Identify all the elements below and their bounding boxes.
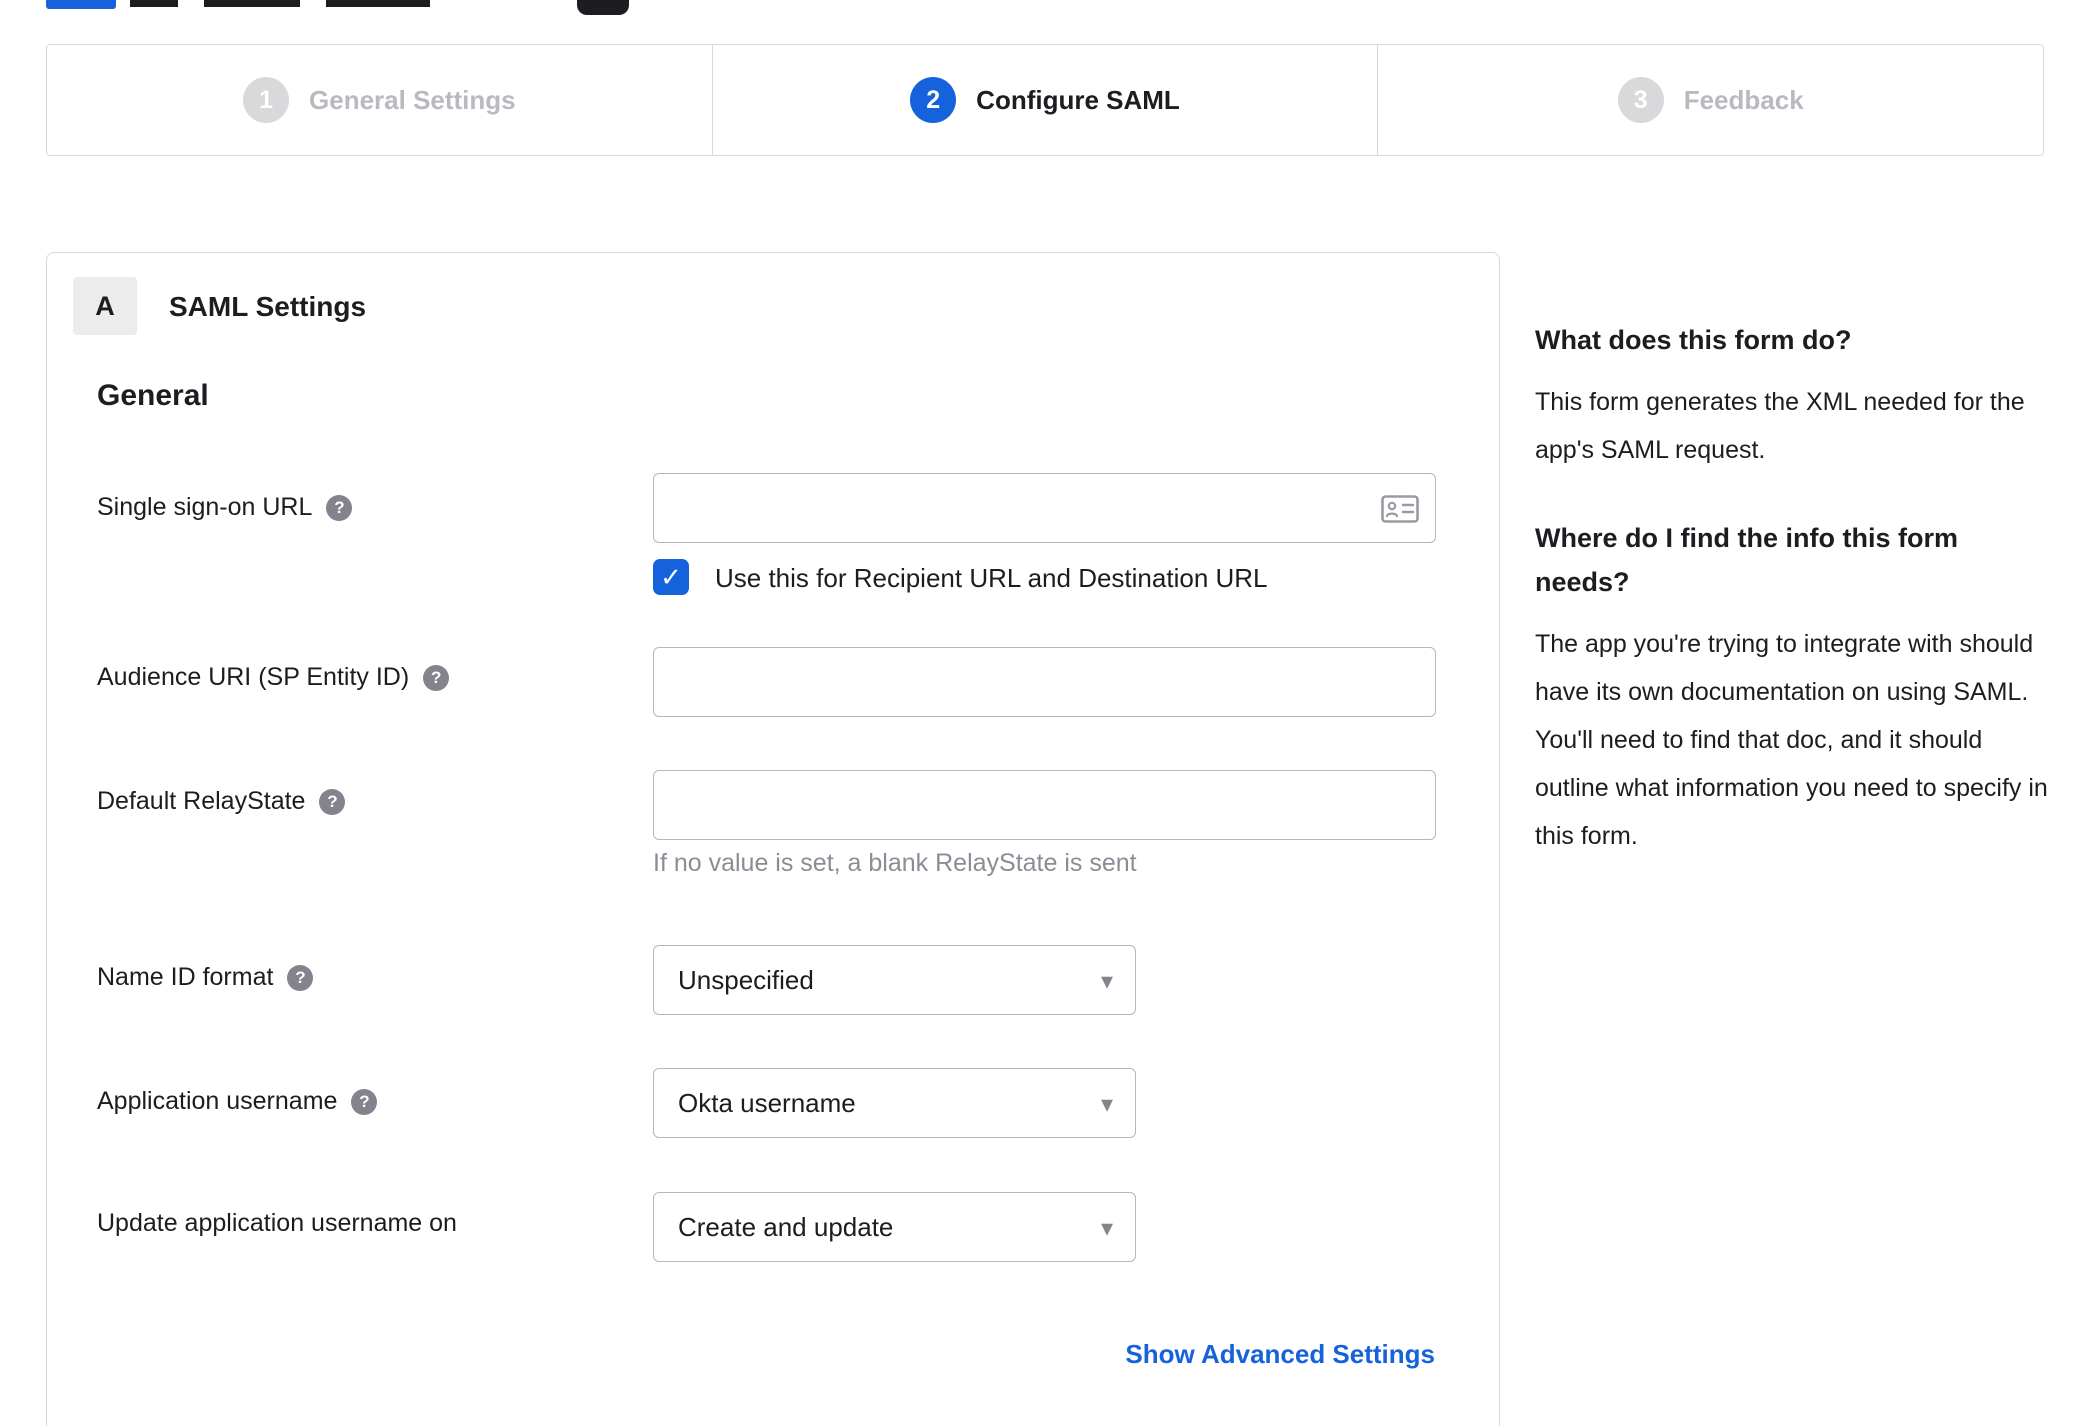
help-sidebar: What does this form do? This form genera… xyxy=(1535,318,2051,860)
sso-url-label: Single sign-on URL ? xyxy=(97,493,353,522)
chevron-down-icon: ▾ xyxy=(1100,968,1113,995)
application-username-label-text: Application username xyxy=(97,1087,338,1115)
saml-settings-panel: A SAML Settings General Single sign-on U… xyxy=(46,252,1500,1426)
clipped-title-text-fragment xyxy=(130,0,178,7)
sso-url-input[interactable] xyxy=(653,473,1436,543)
clipped-header-icon xyxy=(577,0,629,15)
relay-state-label-text: Default RelayState xyxy=(97,787,306,815)
sidebar-question-title: What does this form do? xyxy=(1535,325,1852,355)
help-icon[interactable]: ? xyxy=(326,494,353,521)
step-number-badge: 2 xyxy=(910,77,957,123)
use-for-recipient-checkbox[interactable]: ✓ xyxy=(653,559,689,595)
clipped-title-text-fragment xyxy=(326,0,430,7)
application-username-label: Application username ? xyxy=(97,1087,378,1116)
update-application-username-select[interactable]: Create and update ▾ xyxy=(653,1192,1136,1262)
step-feedback[interactable]: 3 Feedback xyxy=(1377,45,2043,155)
relay-state-input[interactable] xyxy=(653,770,1436,840)
audience-uri-label-text: Audience URI (SP Entity ID) xyxy=(97,663,410,691)
checkmark-icon: ✓ xyxy=(660,562,682,592)
step-label: Configure SAML xyxy=(976,84,1180,115)
clipped-breadcrumb-fragment xyxy=(46,0,116,9)
configure-saml-page: 1 General Settings 2 Configure SAML 3 Fe… xyxy=(0,0,2092,1426)
section-badge: A xyxy=(73,277,137,335)
name-id-format-value: Unspecified xyxy=(678,964,814,995)
chevron-down-icon: ▾ xyxy=(1100,1215,1113,1242)
step-number-badge: 1 xyxy=(243,77,290,123)
section-title: SAML Settings xyxy=(169,291,367,322)
group-title-general: General xyxy=(97,379,209,412)
step-label: Feedback xyxy=(1683,84,1804,115)
audience-uri-label: Audience URI (SP Entity ID) ? xyxy=(97,663,450,692)
wizard-stepper: 1 General Settings 2 Configure SAML 3 Fe… xyxy=(46,44,2044,156)
update-application-username-value: Create and update xyxy=(678,1211,894,1242)
audience-uri-input[interactable] xyxy=(653,647,1436,717)
application-username-select[interactable]: Okta username ▾ xyxy=(653,1068,1136,1138)
relay-state-label: Default RelayState ? xyxy=(97,787,346,816)
sso-url-label-text: Single sign-on URL xyxy=(97,493,313,521)
help-icon[interactable]: ? xyxy=(351,1088,378,1115)
sidebar-question-title: Where do I find the info this form needs… xyxy=(1535,523,1958,597)
name-id-format-label-text: Name ID format xyxy=(97,963,274,991)
address-card-icon xyxy=(1381,495,1419,523)
clipped-title-text-fragment xyxy=(204,0,300,7)
step-number-badge: 3 xyxy=(1617,77,1664,123)
step-configure-saml[interactable]: 2 Configure SAML xyxy=(711,45,1378,155)
step-general-settings[interactable]: 1 General Settings xyxy=(47,45,712,155)
application-username-value: Okta username xyxy=(678,1087,856,1118)
help-icon[interactable]: ? xyxy=(319,788,346,815)
name-id-format-label: Name ID format ? xyxy=(97,963,314,992)
update-application-username-label: Update application username on xyxy=(97,1209,457,1238)
sidebar-question-body: This form generates the XML needed for t… xyxy=(1535,388,2025,464)
step-label: General Settings xyxy=(309,84,516,115)
use-for-recipient-checkbox-label: Use this for Recipient URL and Destinati… xyxy=(715,563,1268,593)
help-icon[interactable]: ? xyxy=(423,664,450,691)
sidebar-question-body: The app you're trying to integrate with … xyxy=(1535,630,2048,850)
relay-state-hint: If no value is set, a blank RelayState i… xyxy=(653,849,1137,877)
help-icon[interactable]: ? xyxy=(287,964,314,991)
chevron-down-icon: ▾ xyxy=(1100,1091,1113,1118)
name-id-format-select[interactable]: Unspecified ▾ xyxy=(653,945,1136,1015)
update-application-username-label-text: Update application username on xyxy=(97,1209,457,1237)
show-advanced-settings-link[interactable]: Show Advanced Settings xyxy=(1125,1339,1435,1370)
